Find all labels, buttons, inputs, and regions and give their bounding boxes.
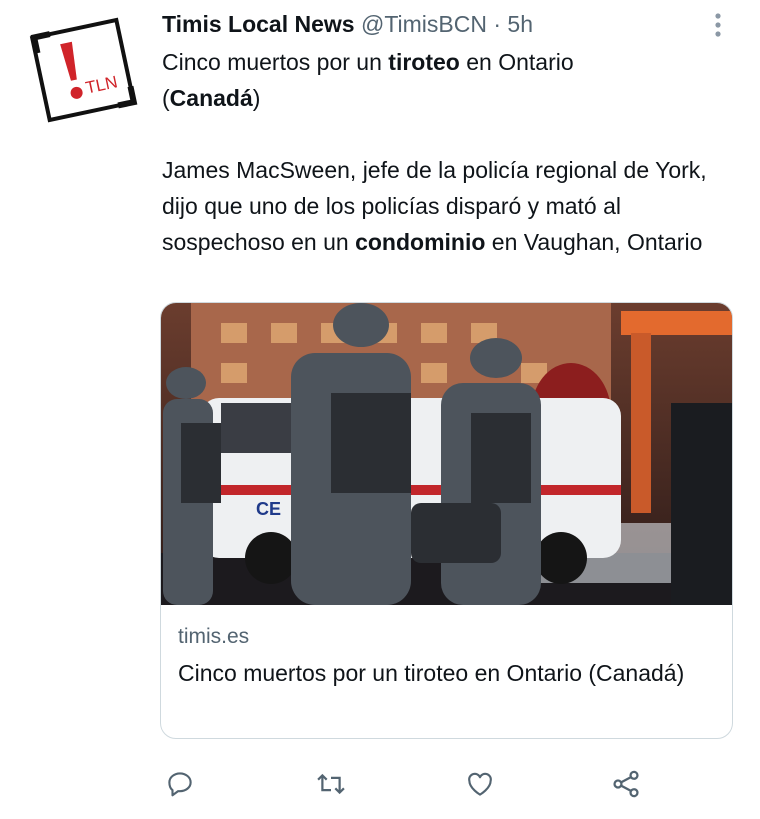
card-title: Cinco muertos por un tiroteo en Ontario … [178,660,685,686]
handle[interactable]: @TimisBCN [361,11,487,37]
separator: · [493,11,502,37]
tweet-header: Timis Local News @TimisBCN · 5h [162,8,533,40]
reply-button[interactable] [160,764,200,804]
share-button[interactable] [606,764,646,804]
tweet-paragraph-2: James MacSween, jefe de la policía regio… [162,157,707,255]
more-button[interactable] [708,10,728,40]
action-bar [0,764,760,804]
retweet-icon [317,773,345,795]
heart-icon [468,772,492,796]
retweet-button[interactable] [311,764,351,804]
timestamp[interactable]: 5h [507,11,533,37]
like-button[interactable] [460,764,500,804]
avatar[interactable]: TLN [28,14,138,126]
tweet-paragraph-1: Cinco muertos por un tiroteo en Ontario … [162,49,574,111]
card-image: CE [161,303,732,605]
card-domain: timis.es [178,625,250,648]
more-icon [715,13,721,37]
svg-text:CE: CE [256,499,281,519]
bold-word: condominio [355,229,486,255]
display-name[interactable]: Timis Local News [162,11,355,37]
link-card[interactable]: CE timis.es Cinco muertos por un tiroteo… [160,302,733,739]
bold-word: Canadá [169,85,253,111]
reply-icon [168,772,192,797]
share-icon [613,770,639,798]
bold-word: tiroteo [388,49,460,75]
tweet-text: Cinco muertos por un tiroteo en Ontario … [162,44,732,260]
tln-logo: TLN [29,17,138,123]
